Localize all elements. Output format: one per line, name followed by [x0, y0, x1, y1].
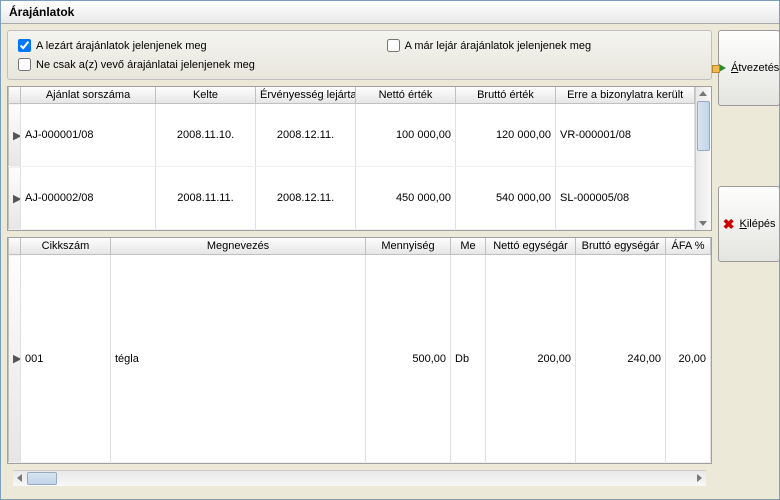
exit-button-label: Kilépés: [739, 218, 775, 230]
expired-offers-checkbox[interactable]: A már lejár árajánlatok jelenjenek meg: [387, 39, 592, 52]
offers-col-expiry[interactable]: Érvényesség lejárta: [256, 87, 356, 104]
cell-code: 001: [21, 255, 111, 463]
scroll-thumb[interactable]: [697, 101, 710, 151]
closed-offers-checkbox[interactable]: A lezárt árajánlatok jelenjenek meg: [18, 39, 207, 52]
closed-offers-input[interactable]: [18, 39, 31, 52]
horizontal-scrollbar[interactable]: [13, 470, 706, 486]
transfer-button-label: Átvezetés: [731, 62, 779, 74]
offers-col-id[interactable]: Ajánlat sorszáma: [21, 87, 156, 104]
closed-offers-label: A lezárt árajánlatok jelenjenek meg: [36, 40, 207, 52]
table-row[interactable]: ▶ 001 tégla 500,00 Db 200,00 240,00 20,0…: [9, 255, 711, 463]
cell-net: 100 000,00: [356, 104, 456, 167]
items-col-code[interactable]: Cikkszám: [21, 238, 111, 255]
transfer-button[interactable]: Átvezetés: [718, 30, 780, 106]
row-indicator-icon: ▶: [9, 255, 21, 463]
cell-vat: 20,00: [666, 255, 711, 463]
close-icon: ✖: [723, 216, 735, 233]
row-indicator-icon: ▶: [9, 104, 21, 167]
items-col-netunit[interactable]: Nettó egységár: [486, 238, 576, 255]
cell-grossunit: 240,00: [576, 255, 666, 463]
scroll-thumb[interactable]: [27, 472, 57, 485]
cell-id: AJ-000001/08: [21, 104, 156, 167]
offers-col-date[interactable]: Kelte: [156, 87, 256, 104]
items-col-qty[interactable]: Mennyiség: [366, 238, 451, 255]
table-row[interactable]: ▶ AJ-000002/08 2008.11.11. 2008.12.11. 4…: [9, 167, 695, 230]
offers-grid[interactable]: Ajánlat sorszáma Kelte Érvényesség lejár…: [7, 86, 712, 231]
expired-offers-label: A már lejár árajánlatok jelenjenek meg: [405, 40, 592, 52]
filter-panel: A lezárt árajánlatok jelenjenek meg A má…: [7, 30, 712, 80]
transfer-icon: [719, 64, 726, 72]
not-only-customer-checkbox[interactable]: Ne csak a(z) vevő árajánlatai jelenjenek…: [18, 58, 255, 71]
exit-button[interactable]: ✖ Kilépés: [718, 186, 780, 262]
offers-corner: [9, 87, 21, 104]
table-row[interactable]: ▶ AJ-000001/08 2008.11.10. 2008.12.11. 1…: [9, 104, 695, 167]
cell-id: AJ-000002/08: [21, 167, 156, 230]
items-grid[interactable]: Cikkszám Megnevezés Mennyiség Me Nettó e…: [7, 237, 712, 464]
cell-net: 450 000,00: [356, 167, 456, 230]
offers-col-doc[interactable]: Erre a bizonylatra került: [556, 87, 695, 104]
offers-vertical-scrollbar[interactable]: [695, 87, 711, 230]
cell-gross: 540 000,00: [456, 167, 556, 230]
items-col-grossunit[interactable]: Bruttó egységár: [576, 238, 666, 255]
cell-netunit: 200,00: [486, 255, 576, 463]
expired-offers-input[interactable]: [387, 39, 400, 52]
cell-date: 2008.11.11.: [156, 167, 256, 230]
items-corner: [9, 238, 21, 255]
row-indicator-icon: ▶: [9, 167, 21, 230]
cell-unit: Db: [451, 255, 486, 463]
offers-col-gross[interactable]: Bruttó érték: [456, 87, 556, 104]
items-col-unit[interactable]: Me: [451, 238, 486, 255]
cell-date: 2008.11.10.: [156, 104, 256, 167]
items-col-name[interactable]: Megnevezés: [111, 238, 366, 255]
cell-name: tégla: [111, 255, 366, 463]
cell-qty: 500,00: [366, 255, 451, 463]
cell-expiry: 2008.12.11.: [256, 104, 356, 167]
cell-gross: 120 000,00: [456, 104, 556, 167]
cell-doc: VR-000001/08: [556, 104, 695, 167]
not-only-customer-label: Ne csak a(z) vevő árajánlatai jelenjenek…: [36, 59, 255, 71]
offers-col-net[interactable]: Nettó érték: [356, 87, 456, 104]
cell-doc: SL-000005/08: [556, 167, 695, 230]
window-title: Árajánlatok: [1, 1, 779, 24]
cell-expiry: 2008.12.11.: [256, 167, 356, 230]
not-only-customer-input[interactable]: [18, 58, 31, 71]
items-col-vat[interactable]: ÁFA %: [666, 238, 711, 255]
